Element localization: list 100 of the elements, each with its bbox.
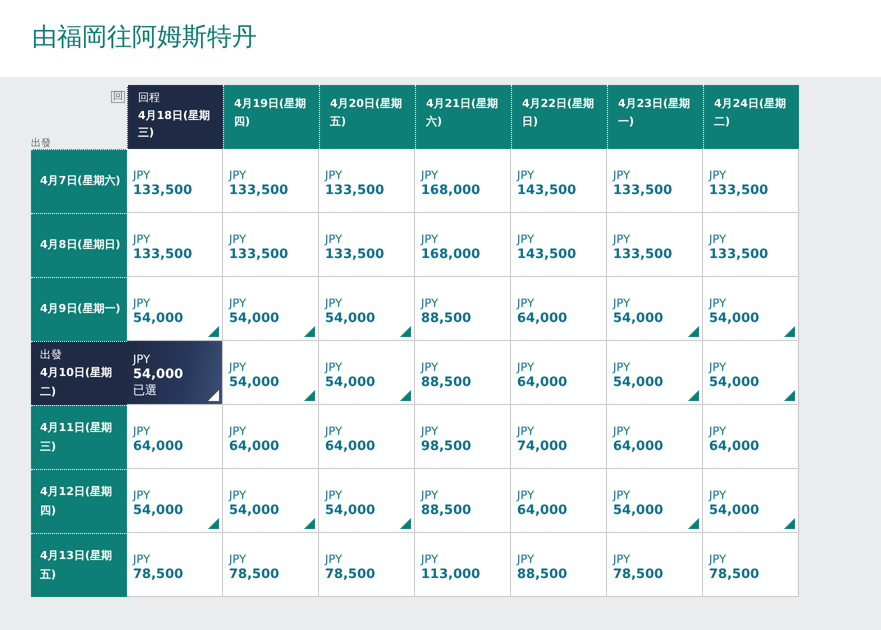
currency-label: JPY bbox=[229, 233, 248, 247]
fare-cell[interactable]: JPY 54,000 bbox=[703, 341, 799, 405]
fare-cell[interactable]: JPY 54,000 bbox=[319, 469, 415, 533]
currency-label: JPY bbox=[421, 297, 440, 311]
fare-cell[interactable]: JPY 133,500 bbox=[223, 213, 319, 277]
fare-cell[interactable]: JPY 64,000 bbox=[127, 405, 223, 469]
fare-cell[interactable]: JPY 78,500 bbox=[127, 533, 223, 597]
return-date-header[interactable]: 4月22日(星期日) bbox=[511, 85, 607, 149]
fare-cell[interactable]: JPY 133,500 bbox=[127, 149, 223, 213]
fare-cell[interactable]: JPY 113,000 bbox=[415, 533, 511, 597]
fare-cell[interactable]: JPY 54,000 bbox=[703, 277, 799, 341]
fare-cell[interactable]: JPY 133,500 bbox=[319, 149, 415, 213]
currency-label: JPY bbox=[229, 489, 248, 503]
fare-cell[interactable]: JPY 133,500 bbox=[703, 149, 799, 213]
fare-cell[interactable]: JPY 64,000 bbox=[703, 405, 799, 469]
fare-amount: 133,500 bbox=[229, 246, 290, 264]
fare-cell[interactable]: JPY 64,000 bbox=[607, 405, 703, 469]
fare-cell[interactable]: JPY 54,000 bbox=[607, 469, 703, 533]
fare-amount: 54,000 bbox=[709, 502, 760, 520]
fare-cell[interactable]: JPY 88,500 bbox=[415, 341, 511, 405]
currency-label: JPY bbox=[325, 553, 344, 567]
fare-cell[interactable]: JPY 78,500 bbox=[703, 533, 799, 597]
fare-cell[interactable]: JPY 168,000 bbox=[415, 149, 511, 213]
return-date-header[interactable]: 回程 4月18日(星期三) bbox=[127, 85, 223, 149]
currency-label: JPY bbox=[325, 361, 344, 375]
fare-cell[interactable]: JPY 78,500 bbox=[319, 533, 415, 597]
fare-amount: 78,500 bbox=[613, 566, 664, 584]
fare-cell[interactable]: JPY 88,500 bbox=[415, 277, 511, 341]
fare-cell[interactable]: JPY 64,000 bbox=[319, 405, 415, 469]
return-date-header[interactable]: 4月20日(星期五) bbox=[319, 85, 415, 149]
fare-cell[interactable]: JPY 143,500 bbox=[511, 213, 607, 277]
fare-amount: 98,500 bbox=[421, 438, 472, 456]
currency-label: JPY bbox=[421, 169, 440, 183]
fare-cell[interactable]: JPY 54,000 bbox=[703, 469, 799, 533]
fare-cell[interactable]: JPY 133,500 bbox=[319, 213, 415, 277]
fare-amount: 133,500 bbox=[133, 182, 194, 200]
fare-cell[interactable]: JPY 133,500 bbox=[223, 149, 319, 213]
currency-label: JPY bbox=[133, 489, 152, 503]
depart-date-header[interactable]: 4月9日(星期一) bbox=[31, 277, 127, 341]
fare-cell[interactable]: JPY 64,000 bbox=[511, 469, 607, 533]
fare-cell[interactable]: JPY 98,500 bbox=[415, 405, 511, 469]
fare-cell[interactable]: JPY 64,000 bbox=[223, 405, 319, 469]
currency-label: JPY bbox=[517, 425, 536, 439]
depart-date-header[interactable]: 4月13日(星期五) bbox=[31, 533, 127, 597]
fare-cell[interactable]: JPY 78,500 bbox=[223, 533, 319, 597]
fare-amount: 64,000 bbox=[517, 310, 568, 328]
fare-cell[interactable]: JPY 133,500 bbox=[703, 213, 799, 277]
fare-cell[interactable]: JPY 133,500 bbox=[127, 213, 223, 277]
currency-label: JPY bbox=[229, 169, 248, 183]
fare-cell[interactable]: JPY 54,000 bbox=[319, 277, 415, 341]
depart-date-header[interactable]: 出發 4月10日(星期二) bbox=[31, 341, 127, 405]
fare-amount: 88,500 bbox=[421, 502, 472, 520]
fare-amount: 133,500 bbox=[229, 182, 290, 200]
fare-cell[interactable]: JPY 54,000 bbox=[127, 469, 223, 533]
currency-label: JPY bbox=[517, 297, 536, 311]
currency-label: JPY bbox=[133, 169, 152, 183]
fare-cell[interactable]: JPY 168,000 bbox=[415, 213, 511, 277]
fare-cell[interactable]: JPY 133,500 bbox=[607, 149, 703, 213]
currency-label: JPY bbox=[613, 489, 632, 503]
currency-label: JPY bbox=[229, 361, 248, 375]
fare-cell[interactable]: JPY 54,000 bbox=[607, 277, 703, 341]
fare-amount: 74,000 bbox=[517, 438, 568, 456]
fare-amount: 54,000 bbox=[229, 310, 280, 328]
fare-cell[interactable]: JPY 54,000 bbox=[223, 341, 319, 405]
fare-amount: 133,500 bbox=[325, 246, 386, 264]
currency-label: JPY bbox=[229, 553, 248, 567]
depart-date-header[interactable]: 4月7日(星期六) bbox=[31, 149, 127, 213]
fare-cell[interactable]: JPY 88,500 bbox=[511, 533, 607, 597]
currency-label: JPY bbox=[517, 489, 536, 503]
fare-cell[interactable]: JPY 74,000 bbox=[511, 405, 607, 469]
fare-cell[interactable]: JPY 54,000 已選 bbox=[127, 341, 223, 405]
fare-cell[interactable]: JPY 54,000 bbox=[607, 341, 703, 405]
fare-cell[interactable]: JPY 143,500 bbox=[511, 149, 607, 213]
currency-label: JPY bbox=[421, 425, 440, 439]
fare-amount: 54,000 bbox=[325, 310, 376, 328]
depart-date-header[interactable]: 4月11日(星期三) bbox=[31, 405, 127, 469]
fare-amount: 78,500 bbox=[133, 566, 184, 584]
fare-cell[interactable]: JPY 64,000 bbox=[511, 277, 607, 341]
return-date-header[interactable]: 4月23日(星期一) bbox=[607, 85, 703, 149]
fare-cell[interactable]: JPY 88,500 bbox=[415, 469, 511, 533]
currency-label: JPY bbox=[613, 233, 632, 247]
currency-label: JPY bbox=[421, 553, 440, 567]
return-date-header[interactable]: 4月21日(星期六) bbox=[415, 85, 511, 149]
return-date-header[interactable]: 4月24日(星期二) bbox=[703, 85, 799, 149]
fare-amount: 133,500 bbox=[709, 246, 770, 264]
fare-cell[interactable]: JPY 54,000 bbox=[223, 469, 319, 533]
currency-label: JPY bbox=[517, 553, 536, 567]
fare-cell[interactable]: JPY 54,000 bbox=[319, 341, 415, 405]
fare-cell[interactable]: JPY 54,000 bbox=[223, 277, 319, 341]
return-date-header[interactable]: 4月19日(星期四) bbox=[223, 85, 319, 149]
fare-cell[interactable]: JPY 64,000 bbox=[511, 341, 607, 405]
depart-date-header[interactable]: 4月8日(星期日) bbox=[31, 213, 127, 277]
currency-label: JPY bbox=[709, 425, 728, 439]
fare-amount: 64,000 bbox=[517, 502, 568, 520]
fare-cell[interactable]: JPY 133,500 bbox=[607, 213, 703, 277]
fare-cell[interactable]: JPY 54,000 bbox=[127, 277, 223, 341]
depart-date-header[interactable]: 4月12日(星期四) bbox=[31, 469, 127, 533]
fare-cell[interactable]: JPY 78,500 bbox=[607, 533, 703, 597]
currency-label: JPY bbox=[709, 169, 728, 183]
fare-amount: 54,000 bbox=[133, 366, 184, 384]
